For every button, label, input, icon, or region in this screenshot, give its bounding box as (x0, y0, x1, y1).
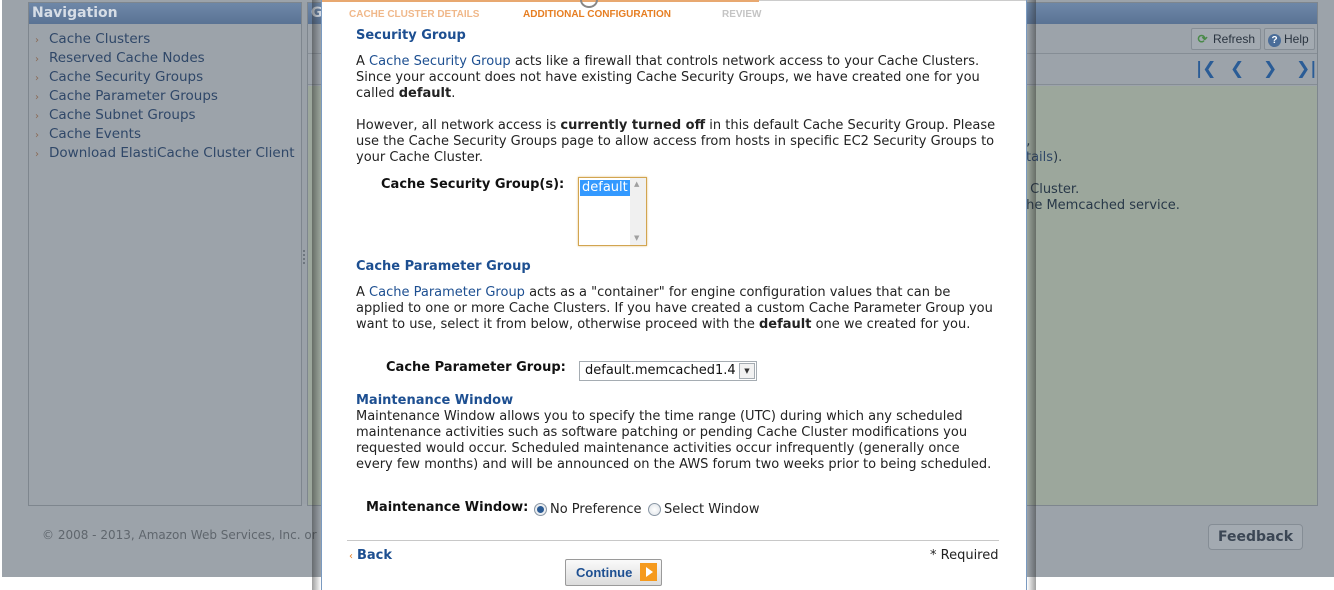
nav-item-cache-subnet-groups[interactable]: › Cache Subnet Groups (29, 106, 301, 125)
nav-item-label: Download ElastiCache Cluster Client (49, 145, 295, 161)
navigation-list: › Cache Clusters › Reserved Cache Nodes › C… (29, 24, 301, 163)
parameter-group-value: default.memcached1.4 (585, 363, 736, 378)
nav-item-label: Reserved Cache Nodes (49, 50, 205, 66)
text-bold: default (758, 317, 812, 332)
nav-item-label: Cache Clusters (49, 31, 151, 47)
refresh-icon: ⟳ (1197, 32, 1208, 46)
chevron-right-icon: › (35, 73, 39, 84)
nav-item-label: Cache Parameter Groups (49, 88, 218, 104)
radio-select-window[interactable] (648, 503, 661, 516)
step-cache-cluster-details: CACHE CLUSTER DETAILS (349, 9, 480, 20)
cache-parameter-group-link[interactable]: Cache Parameter Group (369, 285, 525, 300)
nav-item-label: Cache Events (49, 126, 141, 142)
security-group-warning: However, all network access is currently… (356, 118, 996, 166)
back-link[interactable]: ‹ Back (349, 548, 392, 563)
wizard-progress-line (322, 0, 759, 2)
text: A (356, 54, 370, 69)
text: A (356, 285, 370, 300)
security-group-description: A Cache Security Group acts like a firew… (356, 54, 996, 102)
feedback-button[interactable]: Feedback (1208, 524, 1303, 550)
first-page-icon[interactable]: |❮ (1196, 59, 1216, 79)
radio-no-preference[interactable] (534, 503, 547, 516)
nav-item-cache-events[interactable]: › Cache Events (29, 125, 301, 144)
chevron-right-icon: › (35, 149, 39, 160)
text: However, all network access is (356, 118, 561, 133)
security-groups-listbox[interactable]: default ▲ ▼ (578, 177, 647, 246)
nav-item-cache-parameter-groups[interactable]: › Cache Parameter Groups (29, 87, 301, 106)
chevron-left-icon: ‹ (349, 551, 353, 562)
background-text-suffix: ). (1053, 150, 1063, 165)
help-label: Help (1284, 32, 1309, 46)
nav-item-download-cluster-client[interactable]: › Download ElastiCache Cluster Client (29, 144, 301, 163)
background-text: the Memcached service. (1021, 198, 1180, 213)
security-groups-label: Cache Security Group(s): (381, 177, 565, 192)
wizard-steps: CACHE CLUSTER DETAILS ADDITIONAL CONFIGU… (322, 0, 1026, 22)
nav-item-reserved-cache-nodes[interactable]: › Reserved Cache Nodes (29, 49, 301, 68)
cache-security-group-link[interactable]: Cache Security Group (369, 54, 511, 69)
step-review: REVIEW (722, 9, 762, 20)
continue-button[interactable]: Continue (565, 559, 662, 586)
text: . (451, 86, 456, 101)
help-button[interactable]: ? Help (1264, 28, 1315, 50)
maintenance-window-label: Maintenance Window: (366, 500, 529, 515)
arrow-right-icon (640, 563, 657, 581)
text-bold: default (398, 86, 452, 101)
continue-label: Continue (576, 565, 633, 580)
chevron-right-icon: › (35, 92, 39, 103)
launch-cache-cluster-wizard: CACHE CLUSTER DETAILS ADDITIONAL CONFIGU… (321, 0, 1027, 590)
chevron-right-icon: › (35, 35, 39, 46)
chevron-right-icon: › (35, 54, 39, 65)
navigation-panel: Navigation › Cache Clusters › Reserved Cac… (28, 2, 302, 506)
maintenance-window-title: Maintenance Window (356, 393, 514, 408)
chevron-right-icon: › (35, 130, 39, 141)
parameter-group-label: Cache Parameter Group: (386, 360, 566, 375)
previous-page-icon[interactable]: ❮ (1230, 59, 1244, 79)
maintenance-window-description: Maintenance Window allows you to specify… (356, 409, 992, 472)
parameter-group-title: Cache Parameter Group (356, 259, 531, 274)
nav-item-cache-clusters[interactable]: › Cache Clusters (29, 30, 301, 49)
current-step-marker-icon (580, 0, 598, 8)
nav-item-label: Cache Security Groups (49, 69, 204, 85)
step-additional-configuration: ADDITIONAL CONFIGURATION (523, 9, 671, 20)
footer-divider (347, 540, 999, 541)
parameter-group-description: A Cache Parameter Group acts as a "conta… (356, 285, 996, 333)
page-edge (0, 0, 2, 577)
copyright-text: © 2008 - 2013, Amazon Web Services, Inc.… (42, 528, 329, 542)
help-icon: ? (1268, 34, 1281, 47)
radio-no-preference-label[interactable]: No Preference (550, 502, 642, 517)
last-page-icon[interactable]: ❯| (1296, 59, 1316, 79)
next-page-icon[interactable]: ❯ (1263, 59, 1277, 79)
splitter-grip-icon (303, 250, 305, 266)
parameter-group-select[interactable]: default.memcached1.4 ▼ (579, 361, 757, 381)
text: one we created for you. (811, 317, 971, 332)
wizard-progress-rest (759, 0, 1026, 1)
radio-select-window-label[interactable]: Select Window (664, 502, 760, 517)
scroll-up-icon[interactable]: ▲ (634, 180, 639, 188)
listbox-option-default[interactable]: default (580, 180, 630, 196)
security-group-title: Security Group (356, 28, 466, 43)
refresh-label: Refresh (1213, 32, 1256, 46)
chevron-right-icon: › (35, 111, 39, 122)
refresh-button[interactable]: ⟳ Refresh (1191, 28, 1262, 50)
text-bold: currently turned off (560, 118, 706, 133)
back-label: Back (357, 548, 393, 563)
required-note: * Required (930, 548, 999, 563)
listbox-scrollbar[interactable]: ▲ ▼ (630, 178, 646, 245)
nav-item-label: Cache Subnet Groups (49, 107, 196, 123)
nav-item-cache-security-groups[interactable]: › Cache Security Groups (29, 68, 301, 87)
navigation-header: Navigation (29, 3, 301, 24)
scroll-down-icon[interactable]: ▼ (634, 234, 639, 242)
dropdown-arrow-icon[interactable]: ▼ (739, 363, 755, 379)
